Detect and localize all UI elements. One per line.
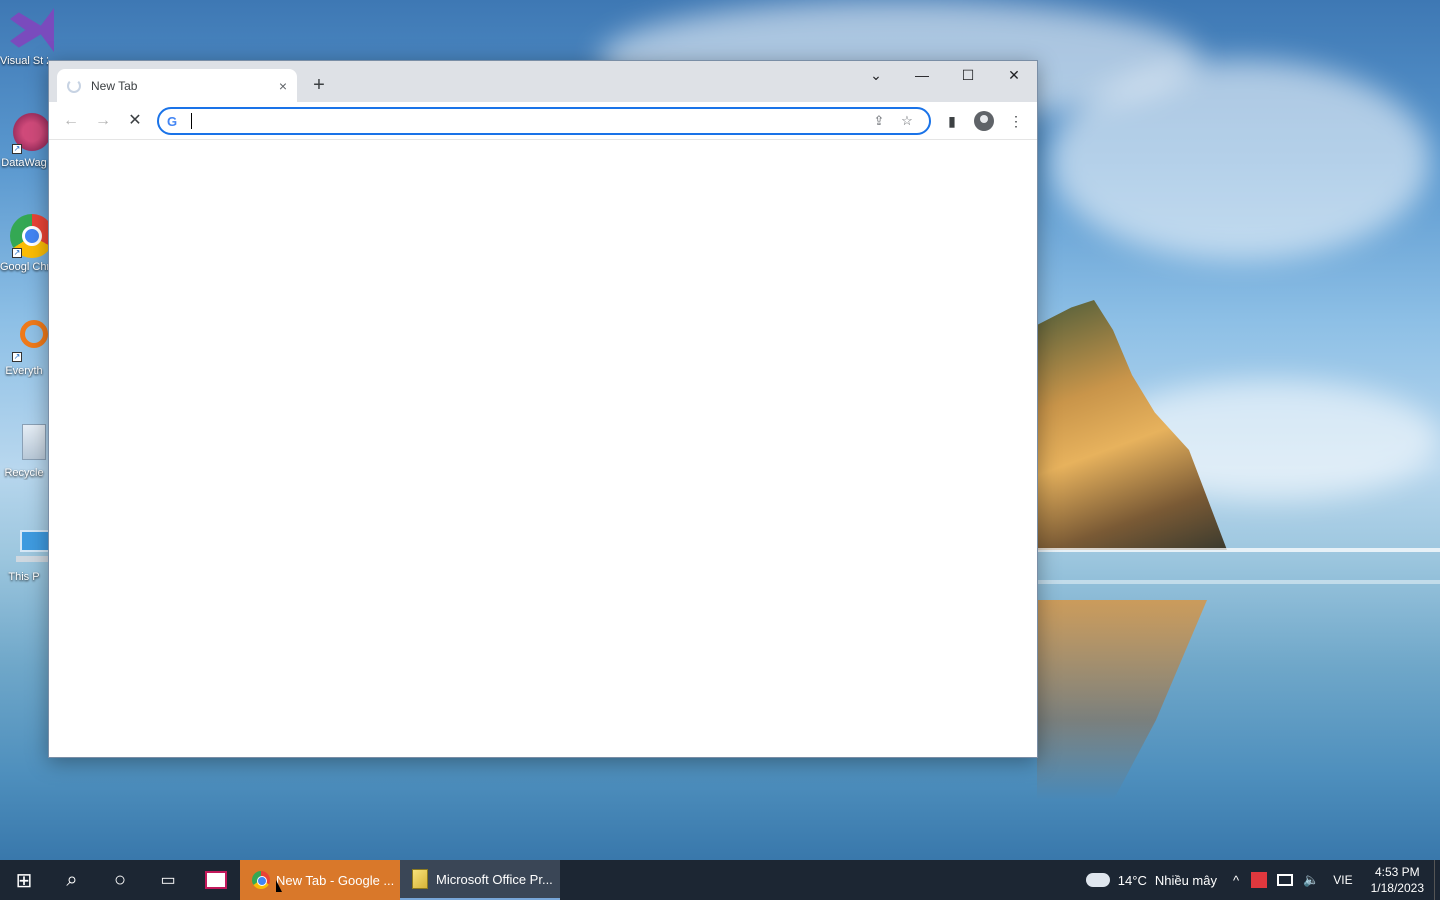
vivaldi-tray-icon[interactable]: [1251, 872, 1268, 888]
desktop-icon-this-pc[interactable]: This P: [0, 524, 56, 584]
shortcut-arrow-icon: ↗: [12, 248, 22, 258]
google-g-icon: G: [167, 113, 178, 129]
side-panel-button[interactable]: ▮: [937, 106, 967, 136]
desktop-icon-label: DataWag: [1, 157, 47, 169]
omnibox-input[interactable]: [200, 113, 865, 129]
forward-button[interactable]: →: [87, 105, 119, 137]
chrome-window: New Tab × + ⌄ — ☐ ✕ ← → ✕ G ⇪ ☆ ▮ ⋮: [48, 60, 1038, 758]
search-button[interactable]: ⌕: [48, 860, 96, 900]
network-icon[interactable]: [1277, 874, 1294, 886]
profile-button[interactable]: [969, 106, 999, 136]
language-indicator[interactable]: VIE: [1325, 873, 1360, 887]
text-caret: [191, 113, 192, 129]
task-view-icon: ▭: [160, 872, 176, 889]
cloud-icon: [1085, 873, 1110, 887]
office-icon: [412, 869, 428, 889]
cortana-icon: ○: [113, 868, 127, 891]
wallpaper-reflection: [1037, 600, 1207, 800]
task-view-button[interactable]: ▭: [144, 860, 192, 900]
taskbar-app-chrome[interactable]: New Tab - Google ...: [240, 860, 400, 900]
desktop-icon-label: Googl Chron: [0, 261, 48, 273]
shortcut-arrow-icon: ↗: [12, 352, 22, 362]
search-icon: ⌕: [66, 868, 78, 891]
clock[interactable]: 4:53 PM 1/18/2023: [1361, 864, 1434, 896]
desktop-icon-everything[interactable]: ↗ Everyth: [0, 318, 48, 378]
tab-new-tab[interactable]: New Tab ×: [57, 69, 297, 102]
show-desktop-button[interactable]: [1434, 860, 1440, 900]
bookmark-star-icon[interactable]: ☆: [893, 113, 921, 129]
minimize-button[interactable]: —: [899, 61, 945, 91]
show-hidden-icons-button[interactable]: ^: [1227, 873, 1245, 888]
wallpaper-cloud: [1050, 60, 1430, 260]
chrome-menu-button[interactable]: ⋮: [1001, 106, 1031, 136]
mouse-cursor-icon: [276, 880, 282, 892]
new-tab-button[interactable]: +: [307, 73, 331, 97]
desktop-icon-label: Everyth: [5, 365, 43, 377]
chrome-icon: [252, 871, 270, 889]
weather-desc: Nhiều mây: [1154, 872, 1217, 888]
desktop-icon-recycle-bin[interactable]: Recycle: [0, 420, 48, 480]
volume-icon[interactable]: 🔈: [1297, 872, 1325, 888]
clock-date: 1/18/2023: [1370, 881, 1424, 895]
taskbar-app-label: New Tab - Google ...: [276, 872, 395, 888]
tab-title: New Tab: [91, 78, 138, 93]
clock-time: 4:53 PM: [1374, 865, 1420, 879]
tab-close-icon[interactable]: ×: [279, 78, 287, 94]
page-content: [49, 140, 1037, 757]
profile-avatar-icon: [974, 111, 994, 131]
maximize-button[interactable]: ☐: [945, 61, 991, 91]
desktop-icon-label: This P: [8, 571, 40, 583]
close-window-button[interactable]: ✕: [991, 61, 1037, 91]
taskbar-app-label: Microsoft Office Pr...: [436, 871, 553, 887]
title-bar: New Tab × + ⌄ — ☐ ✕: [49, 61, 1037, 102]
desktop-icon-label: Visual St 2015: [0, 55, 48, 67]
desktop-icon-label: Recycle: [4, 467, 44, 479]
tab-search-button[interactable]: ⌄: [853, 61, 899, 91]
wallpaper-surf: [1037, 548, 1440, 552]
pinned-app-button[interactable]: [192, 860, 240, 900]
desktop-icon-visual-studio[interactable]: Visual St 2015: [0, 8, 54, 68]
address-bar[interactable]: G ⇪ ☆: [157, 107, 931, 135]
stop-loading-button[interactable]: ✕: [119, 105, 151, 137]
browser-toolbar: ← → ✕ G ⇪ ☆ ▮ ⋮: [49, 102, 1037, 140]
taskbar: ⊞ ⌕ ○ ▭ New Tab - Google ... Microsoft O…: [0, 860, 1440, 900]
shortcut-arrow-icon: ↗: [12, 144, 22, 154]
desktop-icon-chrome[interactable]: ↗ Googl Chron: [0, 214, 54, 274]
system-tray: 14°C Nhiều mây ^ 🔈 VIE 4:53 PM 1/18/2023: [1076, 860, 1440, 900]
share-icon[interactable]: ⇪: [865, 113, 893, 129]
windows-logo-icon: ⊞: [15, 869, 33, 892]
weather-widget[interactable]: 14°C Nhiều mây: [1076, 873, 1227, 888]
loading-spinner-icon: [67, 78, 81, 93]
start-button[interactable]: ⊞: [0, 860, 48, 900]
cortana-button[interactable]: ○: [96, 860, 144, 900]
desktop-icon-datawag[interactable]: ↗ DataWag: [0, 110, 54, 170]
taskbar-app-office[interactable]: Microsoft Office Pr...: [400, 860, 560, 900]
wallpaper-surf: [1037, 580, 1440, 584]
back-button[interactable]: ←: [55, 105, 87, 137]
pinned-app-icon: [205, 871, 227, 889]
weather-temp: 14°C: [1117, 872, 1147, 888]
visual-studio-icon: [10, 8, 54, 52]
